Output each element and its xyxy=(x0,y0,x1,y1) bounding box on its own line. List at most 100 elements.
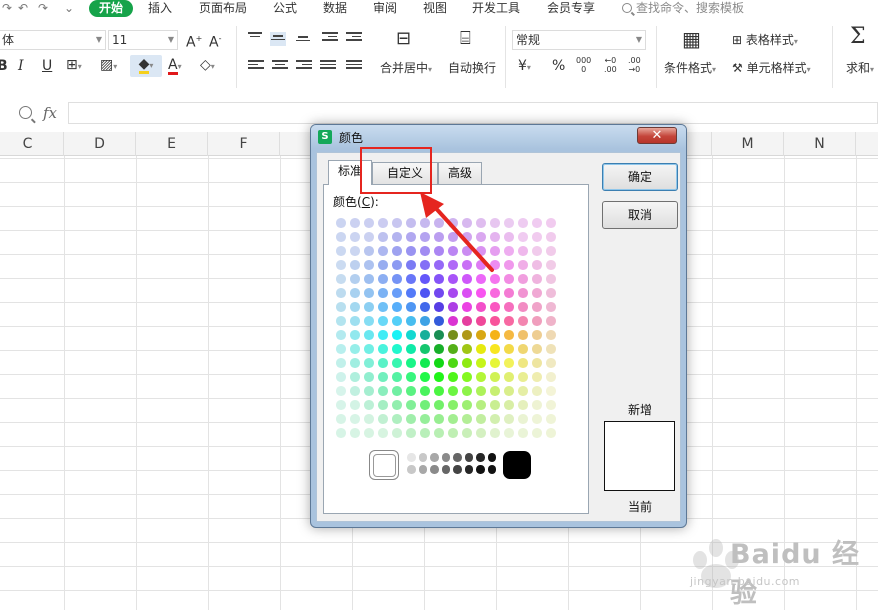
color-swatch[interactable] xyxy=(364,330,374,340)
color-swatch[interactable] xyxy=(490,428,500,438)
gray-swatch[interactable] xyxy=(453,453,462,462)
color-swatch[interactable] xyxy=(476,330,486,340)
color-swatch[interactable] xyxy=(434,274,444,284)
decrease-font-icon[interactable]: A- xyxy=(209,30,221,52)
indent-increase-icon[interactable] xyxy=(346,32,362,46)
color-swatch[interactable] xyxy=(350,400,360,410)
color-swatch[interactable] xyxy=(462,386,472,396)
sum-button[interactable]: 求和▾ xyxy=(846,60,874,78)
color-swatch[interactable] xyxy=(532,302,542,312)
percent-icon[interactable]: % xyxy=(552,57,565,75)
color-swatch[interactable] xyxy=(518,386,528,396)
color-swatch[interactable] xyxy=(504,414,514,424)
color-swatch[interactable] xyxy=(532,246,542,256)
color-swatch[interactable] xyxy=(504,428,514,438)
color-swatch[interactable] xyxy=(378,302,388,312)
color-swatch[interactable] xyxy=(476,302,486,312)
color-swatch[interactable] xyxy=(532,288,542,298)
color-swatch[interactable] xyxy=(546,274,556,284)
gray-swatch[interactable] xyxy=(487,453,496,462)
color-swatch[interactable] xyxy=(462,344,472,354)
color-swatch[interactable] xyxy=(490,330,500,340)
color-swatch[interactable] xyxy=(350,316,360,326)
color-swatch[interactable] xyxy=(420,386,430,396)
color-swatch[interactable] xyxy=(336,344,346,354)
column-header[interactable]: N xyxy=(784,132,856,156)
color-swatch[interactable] xyxy=(448,372,458,382)
color-swatch[interactable] xyxy=(504,316,514,326)
distributed-align-icon[interactable] xyxy=(346,60,362,74)
increase-font-icon[interactable]: A+ xyxy=(186,30,202,52)
color-swatch[interactable] xyxy=(546,302,556,312)
color-swatch[interactable] xyxy=(364,246,374,256)
color-swatch[interactable] xyxy=(490,400,500,410)
redo-icon-2[interactable]: ↷ xyxy=(38,1,48,15)
color-swatch[interactable] xyxy=(350,218,360,228)
color-swatch[interactable] xyxy=(504,246,514,256)
color-swatch[interactable] xyxy=(504,302,514,312)
color-swatch[interactable] xyxy=(392,372,402,382)
color-swatch[interactable] xyxy=(406,302,416,312)
color-swatch[interactable] xyxy=(350,344,360,354)
thousands-separator-icon[interactable]: 000 0 xyxy=(576,56,591,74)
column-header[interactable]: D xyxy=(64,132,136,156)
color-swatch[interactable] xyxy=(378,372,388,382)
color-swatch[interactable] xyxy=(392,288,402,298)
color-swatch[interactable] xyxy=(490,372,500,382)
color-swatch[interactable] xyxy=(532,260,542,270)
gray-swatch[interactable] xyxy=(464,453,473,462)
color-swatch[interactable] xyxy=(546,428,556,438)
white-color-swatch[interactable] xyxy=(369,450,399,480)
color-swatch[interactable] xyxy=(490,386,500,396)
color-swatch[interactable] xyxy=(336,274,346,284)
color-swatch[interactable] xyxy=(364,218,374,228)
color-swatch[interactable] xyxy=(336,428,346,438)
color-swatch[interactable] xyxy=(406,386,416,396)
align-center-icon[interactable] xyxy=(272,60,288,74)
color-swatch[interactable] xyxy=(518,372,528,382)
color-swatch[interactable] xyxy=(476,316,486,326)
decrease-decimal-icon[interactable]: .00 →0 xyxy=(628,56,641,74)
color-swatch[interactable] xyxy=(350,274,360,284)
gray-swatch[interactable] xyxy=(430,465,439,474)
color-swatch[interactable] xyxy=(448,316,458,326)
color-swatch[interactable] xyxy=(532,232,542,242)
color-swatch[interactable] xyxy=(518,288,528,298)
color-swatch[interactable] xyxy=(546,330,556,340)
color-swatch[interactable] xyxy=(504,386,514,396)
ok-button[interactable]: 确定 xyxy=(602,163,678,191)
justify-icon[interactable] xyxy=(320,60,336,74)
color-swatch[interactable] xyxy=(518,246,528,256)
color-swatch[interactable] xyxy=(518,274,528,284)
cell-style-button[interactable]: ⚒ 单元格样式▾ xyxy=(732,60,811,78)
color-swatch[interactable] xyxy=(490,316,500,326)
color-swatch[interactable] xyxy=(518,316,528,326)
color-swatch[interactable] xyxy=(378,260,388,270)
command-search[interactable]: 查找命令、搜索模板 xyxy=(622,0,744,17)
tab-home[interactable]: 开始 xyxy=(89,0,134,17)
color-swatch[interactable] xyxy=(448,302,458,312)
color-swatch[interactable] xyxy=(406,414,416,424)
fx-icon[interactable]: fx xyxy=(43,104,57,122)
color-swatch[interactable] xyxy=(518,260,528,270)
color-swatch[interactable] xyxy=(420,330,430,340)
color-swatch[interactable] xyxy=(378,386,388,396)
color-swatch[interactable] xyxy=(434,316,444,326)
color-swatch[interactable] xyxy=(476,274,486,284)
color-swatch[interactable] xyxy=(350,288,360,298)
color-swatch[interactable] xyxy=(406,288,416,298)
color-swatch[interactable] xyxy=(364,372,374,382)
color-swatch[interactable] xyxy=(518,400,528,410)
tab-formulas[interactable]: 公式 xyxy=(273,0,297,17)
bold-icon[interactable]: B xyxy=(0,57,8,75)
gray-swatch[interactable] xyxy=(487,465,496,474)
color-swatch[interactable] xyxy=(364,260,374,270)
increase-decimal-icon[interactable]: ←0.00 xyxy=(604,56,617,74)
color-swatch[interactable] xyxy=(392,344,402,354)
color-swatch[interactable] xyxy=(364,414,374,424)
color-swatch[interactable] xyxy=(504,274,514,284)
color-swatch[interactable] xyxy=(392,218,402,228)
color-swatch[interactable] xyxy=(490,414,500,424)
color-swatch[interactable] xyxy=(392,246,402,256)
color-swatch[interactable] xyxy=(546,344,556,354)
